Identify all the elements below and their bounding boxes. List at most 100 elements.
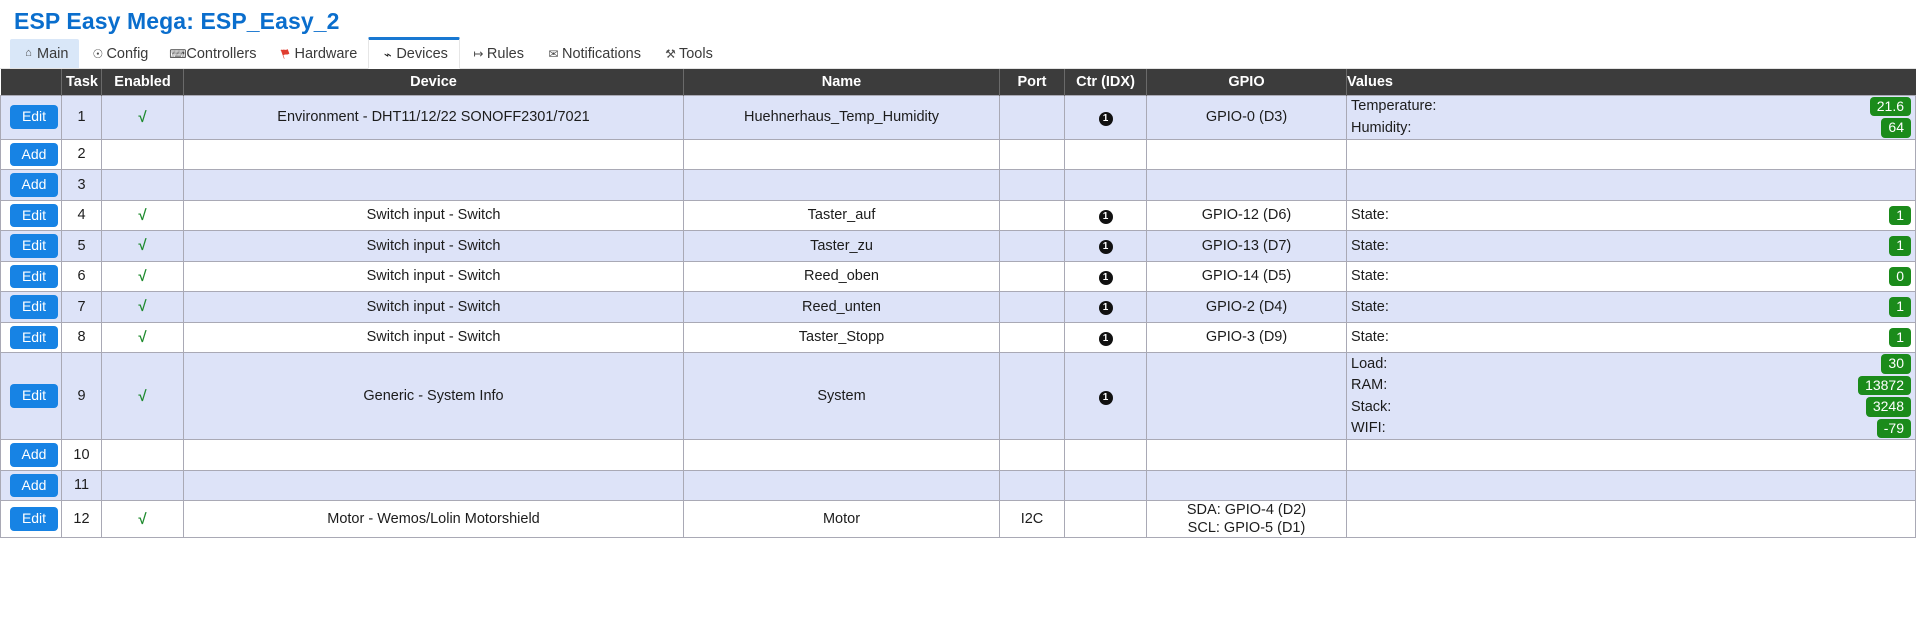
controller-index-badge: 1	[1098, 331, 1113, 346]
action-cell: Edit	[0, 199, 62, 231]
add-task-button[interactable]: Add	[9, 142, 59, 166]
edit-task-button[interactable]: Edit	[9, 234, 59, 258]
column-header-ctr-idx: Ctr (IDX)	[1064, 69, 1147, 95]
task-number: 3	[61, 169, 102, 201]
controller-idx-cell	[1064, 469, 1147, 501]
controller-idx-cell: 1	[1064, 291, 1147, 323]
device-type: Motor - Wemos/Lolin Motorshield	[183, 499, 684, 539]
rules-icon: ↦	[473, 46, 484, 61]
value-row: WIFI: -79	[1347, 418, 1915, 440]
tab-main[interactable]: ⌂ Main	[10, 39, 80, 68]
enabled-cell: √	[101, 94, 184, 140]
edit-task-button[interactable]: Edit	[9, 105, 59, 129]
device-type: Switch input - Switch	[183, 230, 684, 262]
device-name: Taster_zu	[683, 230, 1000, 262]
controller-idx-cell	[1064, 169, 1147, 201]
values-cell	[1346, 439, 1916, 471]
value-row: State: 1	[1347, 205, 1915, 227]
check-icon: √	[138, 298, 147, 316]
edit-task-button[interactable]: Edit	[9, 325, 59, 349]
table-row: Edit 9 √ Generic - System Info System 1 Load: 3…	[0, 352, 1916, 440]
controller-index-badge: 1	[1098, 111, 1113, 126]
enabled-cell: √	[101, 321, 184, 353]
add-task-button[interactable]: Add	[9, 473, 59, 497]
tab-controllers[interactable]: ⌨ Controllers	[159, 39, 267, 68]
edit-task-button[interactable]: Edit	[9, 295, 59, 319]
gpio-lines: GPIO-14 (D5)	[1151, 267, 1342, 285]
column-header-action	[0, 69, 62, 95]
enabled-cell: √	[101, 499, 184, 539]
value-badge: 1	[1889, 205, 1911, 225]
gpio-lines: GPIO-0 (D3)	[1151, 108, 1342, 126]
port-value	[999, 291, 1065, 323]
enabled-cell: √	[101, 199, 184, 231]
controller-index-badge: 1	[1098, 270, 1113, 285]
values-cell: State: 1	[1346, 321, 1916, 353]
check-icon: √	[138, 237, 147, 255]
task-number: 11	[61, 469, 102, 501]
value-label: Humidity:	[1351, 119, 1412, 136]
values-cell: State: 1	[1346, 230, 1916, 262]
add-task-button[interactable]: Add	[9, 173, 59, 197]
device-name	[683, 439, 1000, 471]
add-task-button[interactable]: Add	[9, 443, 59, 467]
table-row: Add 10	[0, 439, 1916, 471]
gpio-cell	[1146, 169, 1347, 201]
port-value	[999, 260, 1065, 292]
values-table: Temperature: 21.6 Humidity: 64	[1347, 96, 1915, 139]
enabled-cell: √	[101, 230, 184, 262]
gpio-cell: GPIO-14 (D5)	[1146, 260, 1347, 292]
value-cell: 21.6	[1866, 96, 1915, 118]
edit-task-button[interactable]: Edit	[9, 507, 59, 531]
gpio-line: GPIO-12 (D6)	[1201, 207, 1292, 224]
gpio-cell: GPIO-2 (D4)	[1146, 291, 1347, 323]
pin-icon: ⚑	[277, 44, 295, 63]
controller-idx-cell: 1	[1064, 199, 1147, 231]
tab-hardware[interactable]: ⚑ Hardware	[267, 39, 368, 68]
device-name: Motor	[683, 499, 1000, 539]
tab-label: Main	[37, 45, 69, 62]
action-cell: Add	[0, 138, 62, 170]
tab-tools[interactable]: ⚒ Tools	[652, 39, 724, 68]
device-type: Switch input - Switch	[183, 260, 684, 292]
gpio-line: SCL: GPIO-5 (D1)	[1187, 520, 1306, 537]
controller-idx-cell: 1	[1064, 352, 1147, 440]
values-table: State: 0	[1347, 266, 1915, 288]
value-label: Load:	[1351, 355, 1388, 372]
edit-task-button[interactable]: Edit	[9, 264, 59, 288]
task-number: 7	[61, 291, 102, 323]
value-cell: 30	[1854, 353, 1915, 375]
action-cell: Edit	[0, 291, 62, 323]
edit-task-button[interactable]: Edit	[9, 203, 59, 227]
device-name: Reed_unten	[683, 291, 1000, 323]
table-row: Edit 8 √ Switch input - Switch Taster_Stopp 1…	[0, 321, 1916, 353]
values-cell: Load: 30 RAM: 13872 Stack: 3248 WIFI: -79	[1346, 352, 1916, 440]
tab-config[interactable]: ☉ Config	[79, 39, 159, 68]
gpio-lines: GPIO-2 (D4)	[1151, 298, 1342, 316]
edit-task-button[interactable]: Edit	[9, 384, 59, 408]
value-row: State: 0	[1347, 266, 1915, 288]
tab-rules[interactable]: ↦ Rules	[460, 39, 535, 68]
controller-idx-cell	[1064, 439, 1147, 471]
controller-index-badge: 1	[1098, 209, 1113, 224]
tab-notifications[interactable]: ✉ Notifications	[535, 39, 652, 68]
controller-idx-cell	[1064, 499, 1147, 539]
column-header-name: Name	[683, 69, 1000, 95]
column-header-enabled: Enabled	[101, 69, 184, 95]
devices-table-body: Edit 1 √ Environment - DHT11/12/22 SONOFF23…	[0, 94, 1916, 539]
task-number: 8	[61, 321, 102, 353]
values-cell	[1346, 138, 1916, 170]
value-cell: 1	[1885, 327, 1915, 349]
port-value: I2C	[999, 499, 1065, 539]
check-icon: √	[138, 206, 147, 224]
value-cell: 3248	[1854, 396, 1915, 418]
gpio-line: SDA: GPIO-4 (D2)	[1186, 502, 1307, 518]
tab-devices[interactable]: ⌁ Devices	[368, 37, 460, 69]
task-number: 12	[61, 499, 102, 539]
port-value	[999, 169, 1065, 201]
device-type: Environment - DHT11/12/22 SONOFF2301/702…	[183, 94, 684, 140]
controller-index-badge: 1	[1098, 301, 1113, 316]
value-badge: 3248	[1865, 397, 1911, 417]
device-name: Huehnerhaus_Temp_Humidity	[683, 94, 1000, 140]
value-badge: 21.6	[1869, 96, 1911, 116]
